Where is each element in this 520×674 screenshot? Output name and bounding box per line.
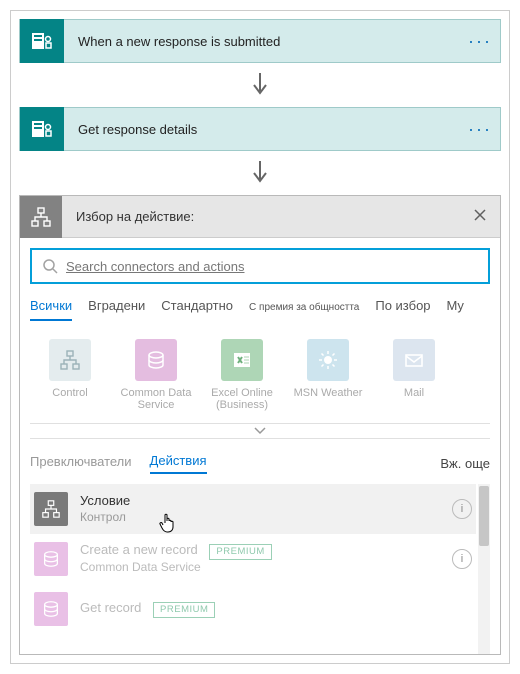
tab-my[interactable]: My — [447, 298, 464, 319]
subtabs: Превключватели Действия Вж. още — [30, 453, 490, 474]
search-icon — [42, 258, 58, 274]
trigger-more-button[interactable]: ··· — [460, 31, 500, 52]
action-more-button[interactable]: ··· — [460, 119, 500, 140]
mail-icon — [393, 339, 435, 381]
action-list: Условие Контрол i — [30, 484, 490, 654]
tab-builtin[interactable]: Вградени — [88, 298, 145, 319]
action-card[interactable]: Get response details ··· — [19, 107, 501, 151]
info-icon: i — [461, 553, 463, 565]
action-name: Условие — [80, 493, 130, 510]
connector-weather[interactable]: MSN Weather — [288, 339, 368, 411]
choose-action-panel: Избор на действие: Всички Вградени Станд… — [19, 195, 501, 655]
forms-icon — [20, 107, 64, 151]
action-connector: Контрол — [80, 510, 130, 526]
action-title: Get response details — [64, 122, 460, 137]
scrollbar-thumb[interactable] — [479, 486, 489, 546]
see-more-link[interactable]: Вж. още — [440, 456, 490, 471]
action-name: Create a new record — [80, 542, 198, 557]
trigger-card[interactable]: When a new response is submitted ··· — [19, 19, 501, 63]
control-icon — [49, 339, 91, 381]
control-icon — [20, 196, 62, 238]
action-connector: Common Data Service — [80, 560, 272, 576]
tab-all[interactable]: Всички — [30, 298, 72, 321]
premium-badge: PREMIUM — [209, 544, 271, 560]
action-item-get-record[interactable]: Get record PREMIUM — [30, 584, 476, 634]
info-icon: i — [461, 503, 463, 515]
connector-label: Excel Online (Business) — [202, 387, 282, 411]
forms-icon — [20, 19, 64, 63]
tab-custom[interactable]: По избор — [375, 298, 430, 319]
search-input-container[interactable] — [30, 248, 490, 284]
subtab-triggers[interactable]: Превключватели — [30, 454, 132, 473]
expand-connectors-toggle[interactable] — [30, 423, 490, 439]
flow-arrow — [19, 159, 501, 187]
connector-grid: Control Common Data Service Excel Online… — [30, 339, 490, 411]
connector-label: Control — [52, 387, 87, 399]
subtab-actions[interactable]: Действия — [150, 453, 207, 474]
search-input[interactable] — [66, 259, 478, 274]
tab-standard[interactable]: Стандартно — [161, 298, 233, 319]
connector-control[interactable]: Control — [30, 339, 110, 411]
action-item-create-record[interactable]: Create a new record PREMIUM Common Data … — [30, 534, 476, 584]
weather-icon — [307, 339, 349, 381]
chevron-down-icon — [254, 427, 266, 435]
cursor-hand-icon — [158, 512, 178, 534]
connector-mail[interactable]: Mail — [374, 339, 454, 411]
connector-label: MSN Weather — [294, 387, 363, 399]
flow-arrow — [19, 71, 501, 99]
action-name: Get record — [80, 600, 141, 615]
close-button[interactable] — [460, 206, 500, 227]
close-icon — [473, 208, 487, 222]
tab-premium[interactable]: С премия за общността — [249, 302, 359, 319]
database-icon — [34, 592, 68, 626]
trigger-title: When a new response is submitted — [64, 34, 460, 49]
excel-icon — [221, 339, 263, 381]
connector-label: Common Data Service — [116, 387, 196, 411]
database-icon — [34, 542, 68, 576]
connector-excel[interactable]: Excel Online (Business) — [202, 339, 282, 411]
connector-label: Mail — [404, 387, 424, 399]
info-button[interactable]: i — [452, 499, 472, 519]
panel-header: Избор на действие: — [20, 196, 500, 238]
connector-cds[interactable]: Common Data Service — [116, 339, 196, 411]
premium-badge: PREMIUM — [153, 602, 215, 618]
scrollbar[interactable] — [478, 484, 490, 654]
control-icon — [34, 492, 68, 526]
database-icon — [135, 339, 177, 381]
category-tabs: Всички Вградени Стандартно С премия за о… — [30, 298, 490, 321]
info-button[interactable]: i — [452, 549, 472, 569]
action-item-condition[interactable]: Условие Контрол i — [30, 484, 476, 534]
panel-title: Избор на действие: — [62, 209, 460, 224]
